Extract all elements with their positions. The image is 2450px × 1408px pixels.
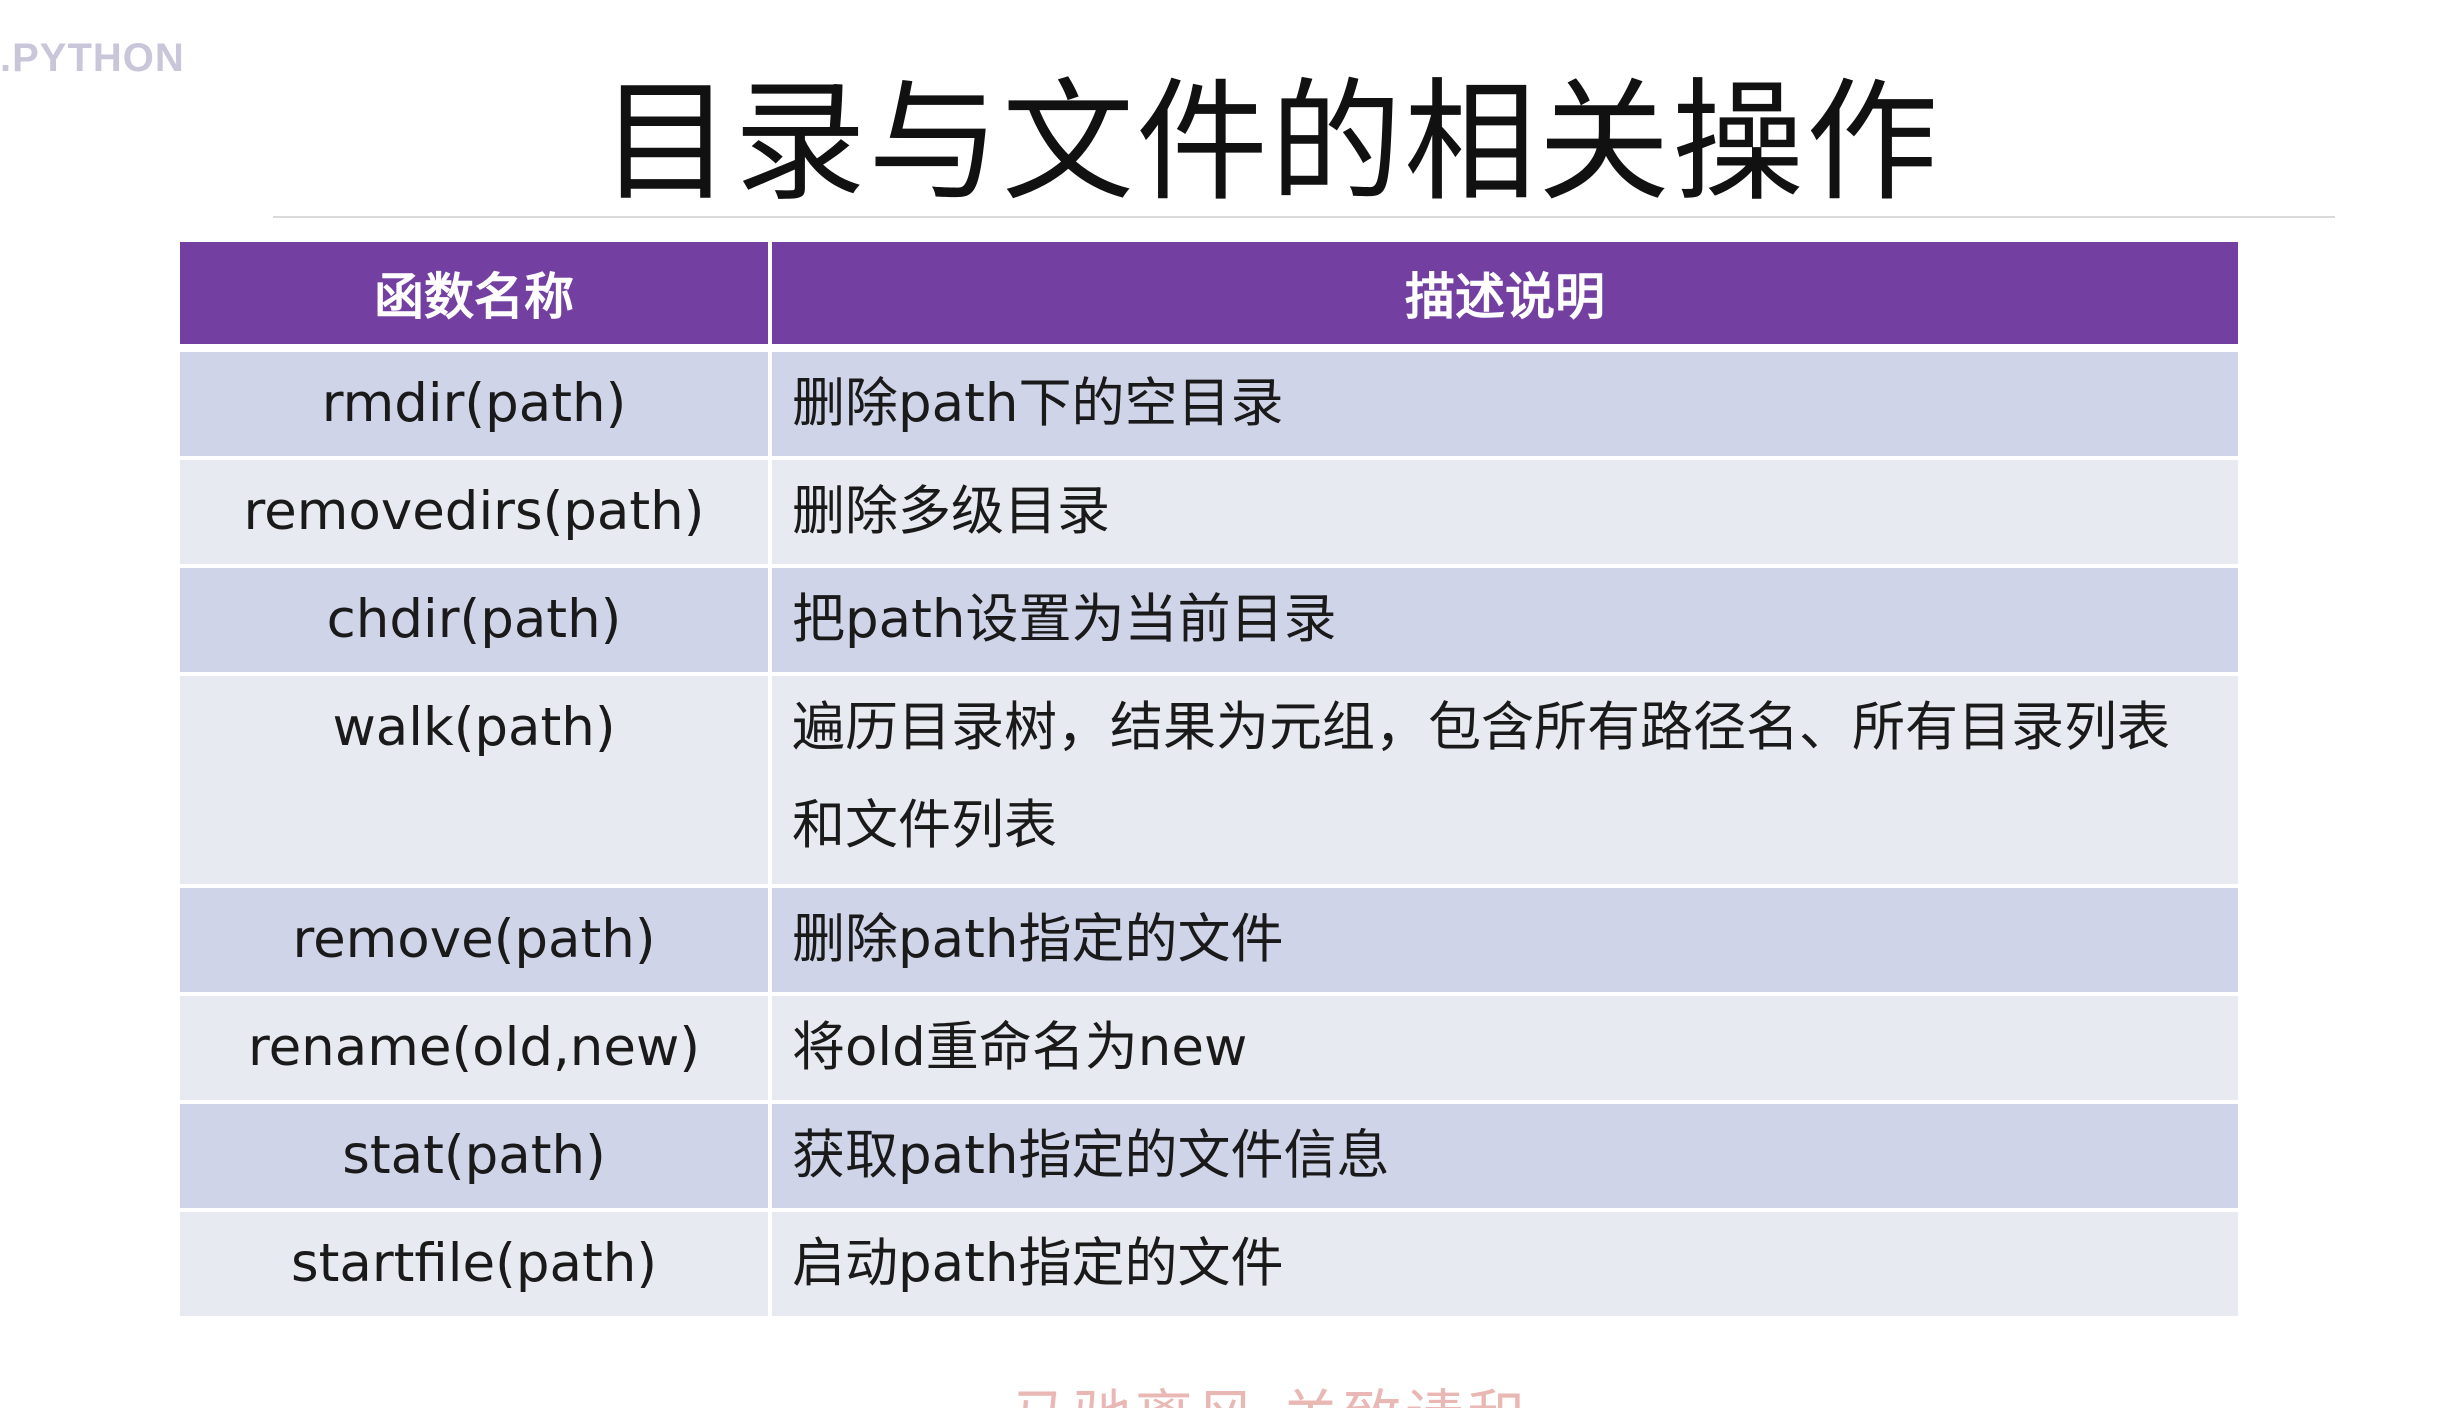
function-name-cell: removedirs(path) bbox=[180, 458, 772, 568]
description-cell: 获取path指定的文件信息 bbox=[770, 1102, 2238, 1212]
table-row: chdir(path) 把path设置为当前目录 bbox=[180, 566, 2238, 676]
description-cell: 将old重命名为new bbox=[770, 994, 2238, 1104]
function-name-cell: stat(path) bbox=[180, 1102, 772, 1212]
title-divider bbox=[273, 216, 2335, 218]
function-name-cell: rename(old,new) bbox=[180, 994, 772, 1104]
table-row: rename(old,new) 将old重命名为new bbox=[180, 994, 2238, 1104]
description-cell: 删除path下的空目录 bbox=[770, 348, 2238, 460]
description-cell: 删除多级目录 bbox=[770, 458, 2238, 568]
description-cell: 启动path指定的文件 bbox=[770, 1210, 2238, 1320]
slide: .PYTHON 目录与文件的相关操作 函数名称 描述说明 rmdir(path)… bbox=[0, 0, 2450, 1408]
table-row: remove(path) 删除path指定的文件 bbox=[180, 886, 2238, 996]
table-row: walk(path) 遍历目录树，结果为元组，包含所有路径名、所有目录列表和文件… bbox=[180, 674, 2238, 888]
table-row: rmdir(path) 删除path下的空目录 bbox=[180, 348, 2238, 460]
footer-caption: 马驰离风 关致请和 bbox=[0, 1370, 2450, 1408]
function-name-cell: rmdir(path) bbox=[180, 348, 772, 460]
description-cell: 删除path指定的文件 bbox=[770, 886, 2238, 996]
header-description: 描述说明 bbox=[770, 242, 2238, 352]
table-row: removedirs(path) 删除多级目录 bbox=[180, 458, 2238, 568]
page-title: 目录与文件的相关操作 bbox=[600, 66, 1940, 220]
function-table-container: 函数名称 描述说明 rmdir(path) 删除path下的空目录 remove… bbox=[180, 242, 2238, 1320]
function-name-cell: chdir(path) bbox=[180, 566, 772, 676]
function-name-cell: walk(path) bbox=[180, 674, 772, 888]
function-table: 函数名称 描述说明 rmdir(path) 删除path下的空目录 remove… bbox=[180, 242, 2238, 1320]
function-name-cell: remove(path) bbox=[180, 886, 772, 996]
function-name-cell: startfile(path) bbox=[180, 1210, 772, 1320]
table-row: startfile(path) 启动path指定的文件 bbox=[180, 1210, 2238, 1320]
description-cell: 把path设置为当前目录 bbox=[770, 566, 2238, 676]
header-function-name: 函数名称 bbox=[180, 242, 772, 352]
table-row: stat(path) 获取path指定的文件信息 bbox=[180, 1102, 2238, 1212]
description-cell: 遍历目录树，结果为元组，包含所有路径名、所有目录列表和文件列表 bbox=[770, 674, 2238, 888]
table-header-row: 函数名称 描述说明 bbox=[180, 242, 2238, 352]
